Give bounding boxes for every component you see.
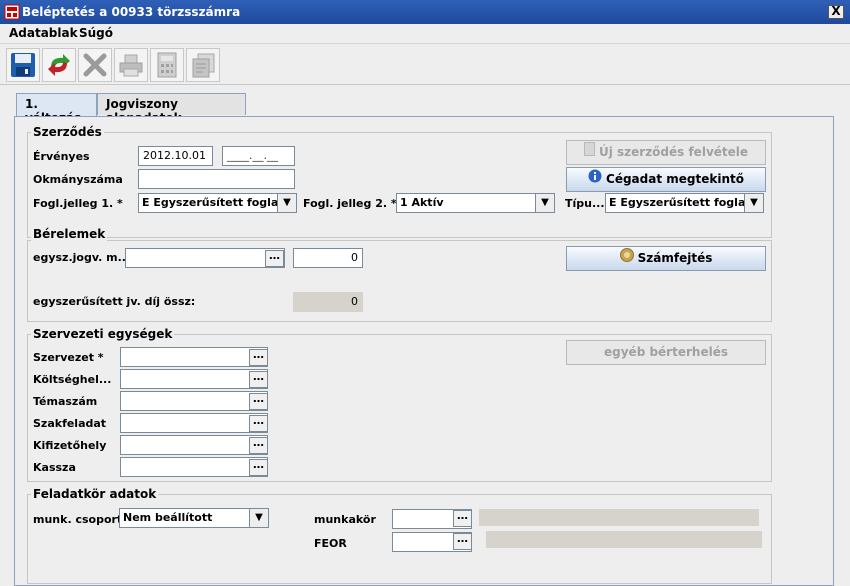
window-title: Beléptetés a 00933 törzsszámra — [22, 5, 241, 19]
temaszam-field[interactable] — [120, 391, 268, 411]
munkakor-label: munkakör — [314, 513, 376, 526]
chevron-down-icon: ▼ — [744, 194, 763, 212]
munk-csoport-value: Nem beállított — [123, 511, 213, 524]
calculator-icon — [157, 52, 177, 78]
fogl2-select[interactable]: 1 Aktív ▼ — [396, 193, 555, 213]
egyszjogv-amount-field[interactable]: 0 — [293, 248, 363, 268]
temaszam-lookup-button[interactable]: … — [249, 393, 268, 410]
calculate-icon — [619, 247, 634, 270]
szervezet-label: Szervezet * — [33, 351, 104, 364]
szervezet-lookup-button[interactable]: … — [249, 349, 268, 366]
koltseghely-label: Költséghel... — [33, 373, 112, 386]
tab-bar: 1. változás Jogviszony alapadatok — [0, 93, 850, 125]
fogl1-label: Fogl.jelleg 1. * — [33, 197, 123, 210]
egyszjogv-field[interactable] — [125, 248, 285, 268]
fogl2-value: 1 Aktív — [400, 196, 444, 209]
calculator-button[interactable] — [150, 48, 184, 82]
koltseghely-lookup-button[interactable]: … — [249, 371, 268, 388]
feor-label: FEOR — [314, 537, 347, 550]
print-button[interactable] — [114, 48, 148, 82]
egyeb-berterheles-label: egyéb bérterhelés — [604, 345, 728, 359]
cegadat-button[interactable]: Cégadat megtekintő — [566, 167, 766, 192]
kifizetohely-field[interactable] — [120, 435, 268, 455]
feor-lookup-button[interactable]: … — [453, 533, 472, 550]
tab-content-panel: Szerződés Érvényes 2012.10.01 ____.__.__… — [14, 116, 834, 586]
tab-jogviszony[interactable]: Jogviszony alapadatok — [97, 93, 246, 125]
szakfeladat-field[interactable] — [120, 413, 268, 433]
kassza-lookup-button[interactable]: … — [249, 459, 268, 476]
feladatkor-title: Feladatkör adatok — [31, 487, 159, 501]
document-icon — [583, 141, 595, 164]
kifizetohely-label: Kifizetőhely — [33, 439, 107, 452]
temaszam-label: Témaszám — [33, 395, 98, 408]
toolbar — [0, 45, 850, 85]
ervenyes-to-field[interactable]: ____.__.__ — [222, 146, 295, 166]
refresh-icon — [48, 54, 70, 76]
egyszjogv-lookup-button[interactable]: … — [265, 250, 284, 267]
szervezeti-title: Szervezeti egységek — [31, 327, 175, 341]
tipus-label: Típu... — [565, 197, 605, 210]
okmanyszama-field[interactable] — [138, 169, 295, 189]
okmanyszama-label: Okmányszáma — [33, 173, 123, 186]
app-icon — [4, 4, 20, 20]
kifizetohely-lookup-button[interactable]: … — [249, 437, 268, 454]
uj-szerzodes-button[interactable]: Új szerződés felvétele — [566, 140, 766, 165]
fogl1-select[interactable]: E Egyszerűsített fogla... ▼ — [138, 193, 297, 213]
szamfejtes-label: Számfejtés — [637, 251, 713, 265]
ervenyes-label: Érvényes — [33, 150, 90, 163]
kassza-label: Kassza — [33, 461, 76, 474]
save-button[interactable] — [6, 48, 40, 82]
close-button[interactable]: X — [828, 5, 844, 19]
cegadat-label: Cégadat megtekintő — [606, 172, 744, 186]
dij-label: egyszerűsített jv. díj össz: — [33, 295, 196, 308]
chevron-down-icon: ▼ — [277, 194, 296, 212]
menu-sugo[interactable]: Súgó — [79, 26, 113, 40]
menu-bar: Adatablak Súgó — [0, 24, 850, 44]
dij-field: 0 — [293, 292, 363, 312]
szerzodes-title: Szerződés — [31, 125, 104, 139]
title-bar: Beléptetés a 00933 törzsszámra X — [0, 0, 850, 24]
munk-csoport-label: munk. csoport — [33, 513, 123, 526]
szamfejtes-button[interactable]: Számfejtés — [566, 246, 766, 271]
delete-icon — [83, 53, 107, 77]
print-icon — [119, 54, 143, 77]
chevron-down-icon: ▼ — [535, 194, 554, 212]
uj-szerzodes-label: Új szerződés felvétele — [598, 145, 749, 159]
munkakor-lookup-button[interactable]: … — [453, 510, 472, 527]
tab-valtozas[interactable]: 1. változás — [16, 93, 97, 125]
fogl1-value: E Egyszerűsített fogla... — [142, 196, 291, 209]
kassza-field[interactable] — [120, 457, 268, 477]
egyszjogv-label: egysz.jogv. m... — [33, 251, 131, 264]
info-icon — [588, 168, 602, 191]
berelemek-title: Bérelemek — [31, 227, 108, 241]
export-button[interactable] — [186, 48, 220, 82]
koltseghely-field[interactable] — [120, 369, 268, 389]
tipus-value: E Egyszerűsített foglal... — [609, 196, 762, 209]
chevron-down-icon: ▼ — [249, 509, 268, 527]
feor-description — [486, 531, 762, 548]
export-icon — [192, 53, 215, 78]
close-icon: X — [831, 4, 841, 18]
save-icon — [11, 53, 35, 77]
munk-csoport-select[interactable]: Nem beállított ▼ — [119, 508, 269, 528]
menu-adatablak[interactable]: Adatablak — [9, 26, 78, 40]
szakfeladat-label: Szakfeladat — [33, 417, 107, 430]
ervenyes-from-field[interactable]: 2012.10.01 — [138, 146, 213, 166]
refresh-button[interactable] — [42, 48, 76, 82]
fogl2-label: Fogl. jelleg 2. * — [303, 197, 397, 210]
szervezet-field[interactable] — [120, 347, 268, 367]
delete-button[interactable] — [78, 48, 112, 82]
szakfeladat-lookup-button[interactable]: … — [249, 415, 268, 432]
egyeb-berterheles-button[interactable]: egyéb bérterhelés — [566, 340, 766, 365]
munkakor-description — [479, 509, 759, 526]
tipus-select[interactable]: E Egyszerűsített foglal... ▼ — [605, 193, 764, 213]
